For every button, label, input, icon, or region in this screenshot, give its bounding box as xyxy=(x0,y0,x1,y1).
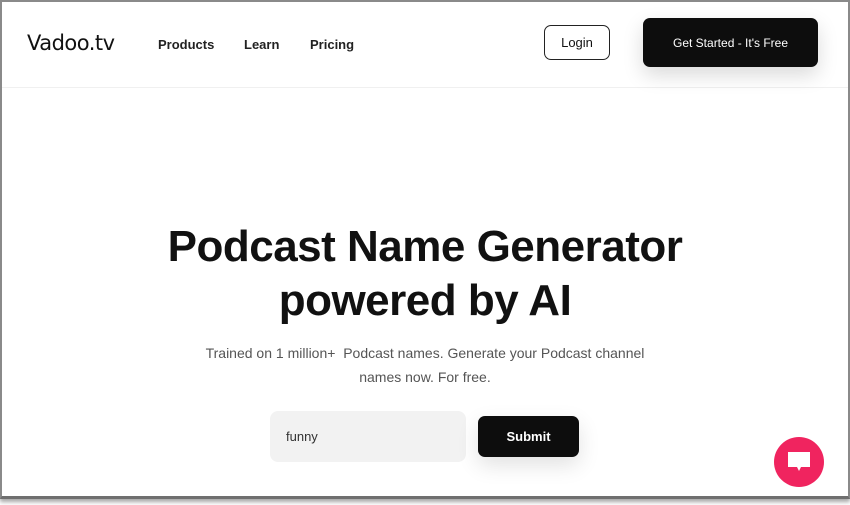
subtitle-line-2: names now. For free. xyxy=(359,369,491,385)
submit-button[interactable]: Submit xyxy=(478,416,579,457)
logo[interactable]: Vadoo.tv xyxy=(27,31,115,55)
title-line-2: powered by AI xyxy=(278,276,572,325)
subtitle-line-1: Trained on 1 million+ Podcast names. Gen… xyxy=(205,345,645,361)
get-started-button[interactable]: Get Started - It's Free xyxy=(643,18,818,67)
chat-bubble-icon xyxy=(788,452,810,471)
title-line-1: Podcast Name Generator xyxy=(167,222,683,271)
nav-products[interactable]: Products xyxy=(158,37,214,52)
page-title: Podcast Name Generator powered by AI xyxy=(2,220,848,328)
nav-pricing[interactable]: Pricing xyxy=(310,37,354,52)
login-button[interactable]: Login xyxy=(544,25,610,60)
browser-frame: Vadoo.tv Products Learn Pricing Login Ge… xyxy=(0,0,850,499)
keyword-input[interactable] xyxy=(270,411,466,462)
nav-learn[interactable]: Learn xyxy=(244,37,279,52)
subtitle: Trained on 1 million+ Podcast names. Gen… xyxy=(2,341,848,389)
chat-button[interactable] xyxy=(774,437,824,487)
site-header: Vadoo.tv Products Learn Pricing Login Ge… xyxy=(2,2,848,88)
